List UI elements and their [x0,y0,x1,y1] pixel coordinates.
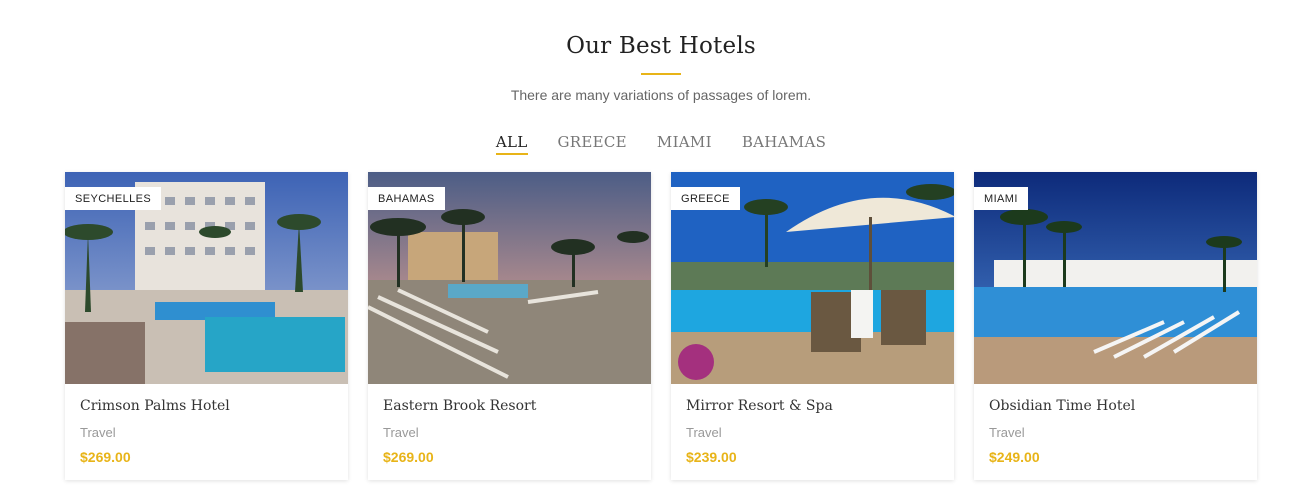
section-title: Our Best Hotels [566,33,756,59]
hotel-card[interactable]: MIAMI Obsidian Time Hotel Travel $249.00 [974,172,1257,480]
location-badge: GREECE [671,187,740,210]
location-badge: MIAMI [974,187,1028,210]
section-subtitle: There are many variations of passages of… [510,87,812,103]
filter-tab-all[interactable]: ALL [495,133,528,155]
hotel-price: $269.00 [80,449,131,465]
hotel-price: $239.00 [686,449,737,465]
title-underline [641,73,681,75]
hotel-name[interactable]: Eastern Brook Resort [383,398,536,414]
hotel-image[interactable]: MIAMI [974,172,1257,384]
filter-tabs: ALL GREECE MIAMI BAHAMAS [0,133,1309,155]
hotel-name[interactable]: Mirror Resort & Spa [686,398,833,414]
hotel-card[interactable]: SEYCHELLES Crimson Palms Hotel Travel $2… [65,172,348,480]
hotel-category: Travel [989,425,1025,440]
hotel-category: Travel [383,425,419,440]
hotel-category: Travel [80,425,116,440]
filter-tab-bahamas[interactable]: BAHAMAS [742,133,826,155]
best-hotels-section: Our Best Hotels There are many variation… [0,0,1309,491]
filter-tab-miami[interactable]: MIAMI [657,133,712,155]
hotel-category: Travel [686,425,722,440]
hotel-card[interactable]: GREECE Mirror Resort & Spa Travel $239.0… [671,172,954,480]
hotel-image[interactable]: SEYCHELLES [65,172,348,384]
filter-tab-greece[interactable]: GREECE [558,133,627,155]
hotel-price: $269.00 [383,449,434,465]
location-badge: SEYCHELLES [65,187,162,210]
hotel-price: $249.00 [989,449,1040,465]
hotel-name[interactable]: Crimson Palms Hotel [80,398,230,414]
hotel-image[interactable]: BAHAMAS [368,172,651,384]
hotel-image[interactable]: GREECE [671,172,954,384]
hotel-name[interactable]: Obsidian Time Hotel [989,398,1135,414]
location-badge: BAHAMAS [368,187,445,210]
hotel-card[interactable]: BAHAMAS Eastern Brook Resort Travel $269… [368,172,651,480]
